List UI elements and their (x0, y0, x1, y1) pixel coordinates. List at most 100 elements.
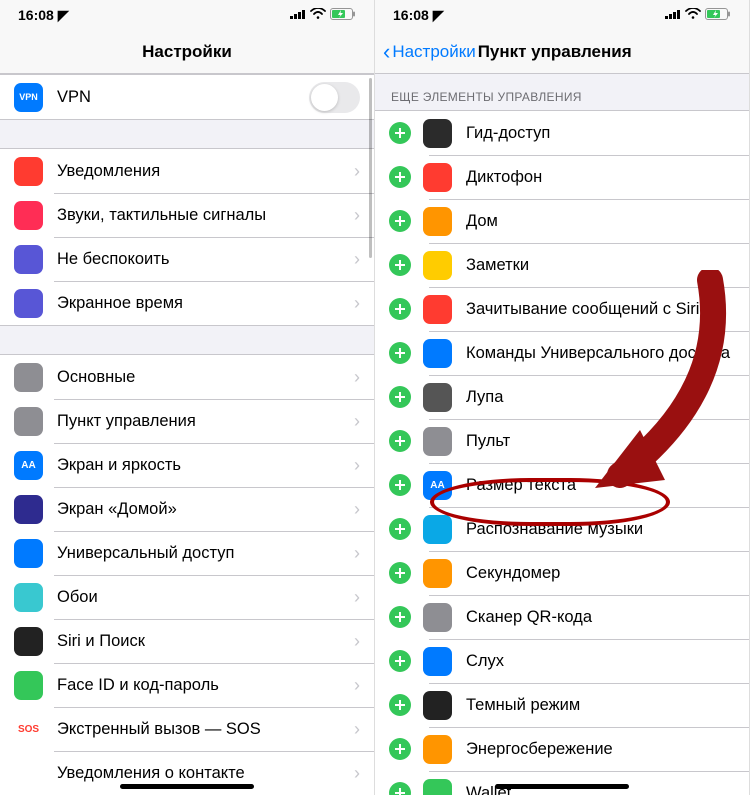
row-icon: AA (423, 471, 452, 500)
row-icon (423, 207, 452, 236)
row-icon (423, 603, 452, 632)
settings-row[interactable]: Темный режим (375, 683, 749, 727)
settings-screen: 16:08 ◤ Настройки VPN VPN Уведомления›Зв… (0, 0, 375, 795)
add-button[interactable] (389, 166, 411, 188)
add-button[interactable] (389, 782, 411, 795)
settings-row[interactable]: Face ID и код-пароль› (0, 663, 374, 707)
chevron-right-icon: › (354, 543, 360, 564)
row-icon (14, 407, 43, 436)
row-label: Темный режим (466, 696, 735, 715)
add-button[interactable] (389, 342, 411, 364)
row-label: Экстренный вызов — SOS (57, 720, 348, 739)
add-button[interactable] (389, 298, 411, 320)
settings-row[interactable]: SOSЭкстренный вызов — SOS› (0, 707, 374, 751)
settings-row[interactable]: Экран «Домой»› (0, 487, 374, 531)
settings-row[interactable]: Универсальный доступ› (0, 531, 374, 575)
settings-row[interactable]: Диктофон (375, 155, 749, 199)
chevron-right-icon: › (354, 205, 360, 226)
add-button[interactable] (389, 386, 411, 408)
back-button[interactable]: ‹ Настройки (375, 41, 476, 63)
settings-row[interactable]: Энергосбережение (375, 727, 749, 771)
wifi-icon (685, 7, 701, 23)
row-label: Не беспокоить (57, 250, 348, 269)
row-icon (423, 647, 452, 676)
row-icon (14, 245, 43, 274)
row-label: Уведомления (57, 162, 348, 181)
row-icon (14, 627, 43, 656)
home-indicator[interactable] (495, 784, 629, 789)
battery-icon (330, 7, 356, 23)
row-icon: AA (14, 451, 43, 480)
row-label: Энергосбережение (466, 740, 735, 759)
add-button[interactable] (389, 694, 411, 716)
vpn-toggle[interactable] (309, 82, 360, 113)
row-label: Диктофон (466, 168, 735, 187)
page-title: Пункт управления (478, 42, 632, 62)
row-icon (14, 759, 43, 788)
row-icon (14, 583, 43, 612)
row-icon (423, 515, 452, 544)
row-icon (423, 383, 452, 412)
settings-row[interactable]: AA Размер текста (375, 463, 749, 507)
settings-row[interactable]: Секундомер (375, 551, 749, 595)
add-button[interactable] (389, 650, 411, 672)
chevron-right-icon: › (354, 455, 360, 476)
settings-row[interactable]: Дом (375, 199, 749, 243)
row-label: Экран и яркость (57, 456, 348, 475)
chevron-right-icon: › (354, 763, 360, 784)
row-label: Сканер QR-кода (466, 608, 735, 627)
add-button[interactable] (389, 738, 411, 760)
row-label: Уведомления о контакте (57, 764, 348, 783)
row-icon (423, 427, 452, 456)
settings-row[interactable]: Лупа (375, 375, 749, 419)
row-icon (14, 363, 43, 392)
settings-row[interactable]: Распознавание музыки (375, 507, 749, 551)
add-button[interactable] (389, 474, 411, 496)
add-button[interactable] (389, 430, 411, 452)
nav-bar: Настройки (0, 30, 374, 74)
settings-row[interactable]: Не беспокоить› (0, 237, 374, 281)
settings-row[interactable]: Siri и Поиск› (0, 619, 374, 663)
row-vpn[interactable]: VPN VPN (0, 75, 374, 119)
add-button[interactable] (389, 606, 411, 628)
settings-row[interactable]: Основные› (0, 355, 374, 399)
home-indicator[interactable] (120, 784, 254, 789)
add-button[interactable] (389, 210, 411, 232)
add-button[interactable] (389, 254, 411, 276)
settings-row[interactable]: Пункт управления› (0, 399, 374, 443)
add-button[interactable] (389, 518, 411, 540)
chevron-right-icon: › (354, 411, 360, 432)
settings-row[interactable]: Wallet (375, 771, 749, 795)
settings-row[interactable]: Звуки, тактильные сигналы› (0, 193, 374, 237)
row-label: Экран «Домой» (57, 500, 348, 519)
row-label: Дом (466, 212, 735, 231)
settings-row[interactable]: Команды Универсального доступа (375, 331, 749, 375)
chevron-right-icon: › (354, 367, 360, 388)
scroll-indicator (369, 78, 372, 258)
row-label: Пульт (466, 432, 735, 451)
row-label: Face ID и код-пароль (57, 676, 348, 695)
control-content[interactable]: ЕЩЕ ЭЛЕМЕНТЫ УПРАВЛЕНИЯ Гид-доступДиктоф… (375, 74, 749, 795)
settings-row[interactable]: Сканер QR-кода (375, 595, 749, 639)
row-label: Размер текста (466, 476, 735, 495)
add-button[interactable] (389, 122, 411, 144)
settings-row[interactable]: Пульт (375, 419, 749, 463)
settings-content[interactable]: VPN VPN Уведомления›Звуки, тактильные си… (0, 74, 374, 795)
status-bar: 16:08 ◤ (0, 0, 374, 30)
status-bar: 16:08 ◤ (375, 0, 749, 30)
settings-row[interactable]: Гид-доступ (375, 111, 749, 155)
add-button[interactable] (389, 562, 411, 584)
settings-row[interactable]: AA Экран и яркость › (0, 443, 374, 487)
settings-row[interactable]: Заметки (375, 243, 749, 287)
settings-row[interactable]: Обои› (0, 575, 374, 619)
row-icon (423, 559, 452, 588)
row-label: VPN (57, 88, 309, 107)
chevron-right-icon: › (354, 587, 360, 608)
settings-row[interactable]: Зачитывание сообщений с Siri (375, 287, 749, 331)
chevron-left-icon: ‹ (383, 41, 390, 63)
settings-row[interactable]: Уведомления› (0, 149, 374, 193)
vpn-icon: VPN (14, 83, 43, 112)
settings-row[interactable]: Экранное время› (0, 281, 374, 325)
row-icon (14, 539, 43, 568)
settings-row[interactable]: Слух (375, 639, 749, 683)
